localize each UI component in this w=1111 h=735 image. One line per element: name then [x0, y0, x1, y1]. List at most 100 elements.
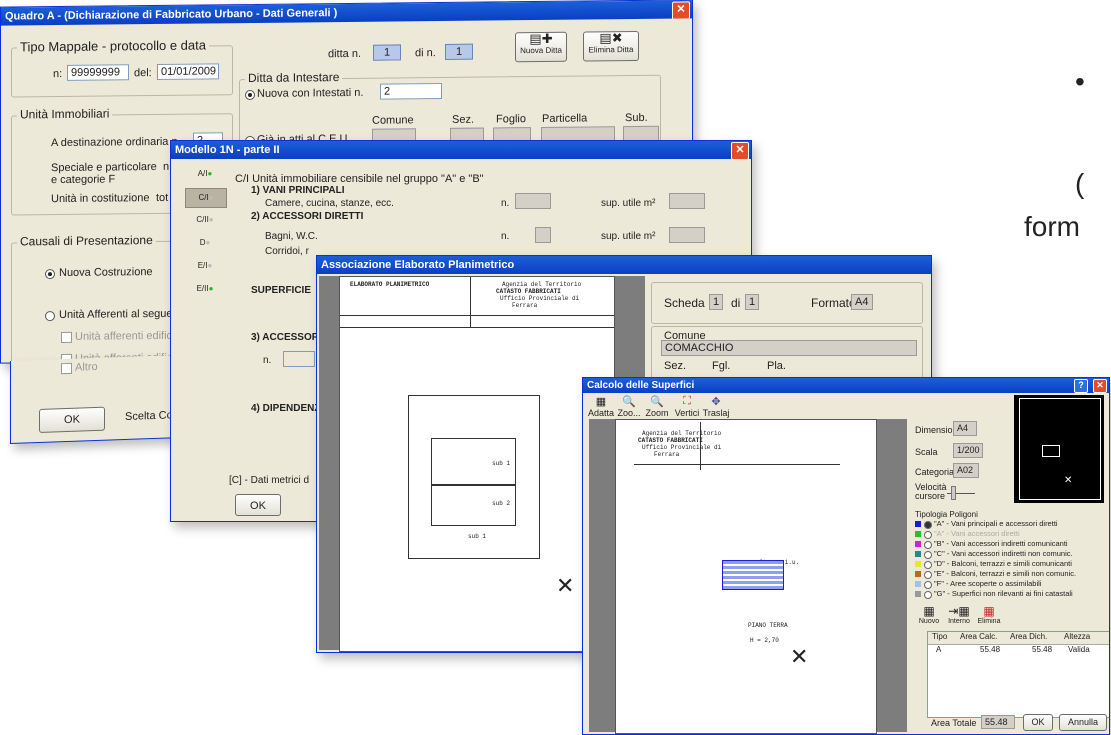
- dimensioni-value: A4: [953, 421, 977, 436]
- close-icon[interactable]: ✕: [1093, 379, 1107, 393]
- group-title: Tipo Mappale - protocollo e data: [17, 37, 209, 55]
- tab-c-i[interactable]: C/I●: [185, 188, 227, 208]
- dati-metrici-label: [C] - Dati metrici d: [229, 475, 310, 486]
- interior-icon: ⇥▦: [948, 604, 970, 618]
- zoom-in-button[interactable]: 🔍 Zoo...: [615, 395, 643, 418]
- col-sez: Sez.: [452, 113, 475, 126]
- sheet-header: CATASTO FABBRICATI: [638, 437, 703, 444]
- poligono-option[interactable]: "D" - Balconi, terrazzi e simili comunic…: [913, 559, 1109, 569]
- col-sub: Sub.: [625, 111, 648, 125]
- accessori-n-field[interactable]: [535, 227, 551, 243]
- poligono-radio[interactable]: [924, 581, 932, 589]
- protocollo-input[interactable]: 99999999: [67, 64, 129, 81]
- poligono-label: "D" - Balconi, terrazzi e simili comunic…: [934, 559, 1072, 568]
- close-icon[interactable]: ✕: [672, 1, 690, 20]
- nuova-intestati-radio[interactable]: [245, 89, 255, 101]
- poligono-option[interactable]: "G" - Superfici non rilevanti ai fini ca…: [913, 589, 1109, 599]
- poligono-radio[interactable]: [924, 531, 932, 539]
- calcolo-window: Calcolo delle Superfici ? ✕ ▦ Adatta 🔍 Zoo…: [582, 377, 1110, 735]
- nuova-ditta-button[interactable]: ▤✚ Nuova Ditta: [515, 31, 567, 63]
- tool-label: Traslaj: [702, 408, 730, 418]
- altezza-label: H = 2,70: [750, 637, 779, 644]
- poligono-radio[interactable]: [924, 591, 932, 599]
- tab-d[interactable]: D●: [185, 234, 225, 252]
- poligono-radio[interactable]: [924, 541, 932, 549]
- col-foglio: Foglio: [496, 113, 526, 126]
- minimap-room: [1042, 445, 1060, 457]
- vertici-button[interactable]: ⛶ Vertici: [673, 395, 701, 418]
- data-input[interactable]: 01/01/2009: [157, 63, 219, 80]
- vani-n-field[interactable]: [515, 193, 551, 209]
- nuova-costruzione-radio[interactable]: [45, 269, 55, 280]
- vani-sup-field[interactable]: [669, 193, 705, 209]
- afferenti-radio[interactable]: [45, 311, 55, 322]
- interno-button[interactable]: ⇥▦ Interno: [945, 604, 973, 625]
- afferenti-check-1[interactable]: [61, 331, 72, 343]
- poligono-option[interactable]: "A" - Vani accessori diretti: [913, 529, 1109, 539]
- trasla-button[interactable]: ✥ Traslaj: [701, 395, 731, 418]
- poligono-radio[interactable]: [924, 551, 932, 559]
- tab-e-ii[interactable]: E/II●: [185, 280, 225, 298]
- ok-button[interactable]: OK: [235, 494, 281, 516]
- poligono-option[interactable]: "B" - Vani accessori indiretti comunican…: [913, 539, 1109, 549]
- color-swatch: [915, 551, 921, 557]
- aree-table[interactable]: Tipo Area Calc. Area Dich. Altezza A 55.…: [927, 631, 1109, 718]
- poligono-label: "F" - Aree scoperte o assimilabili: [934, 579, 1042, 588]
- canvas-area[interactable]: Agenzia del Territorio CATASTO FABBRICAT…: [589, 419, 907, 734]
- poligono-option[interactable]: "A" - Vani principali e accessori dirett…: [913, 519, 1109, 529]
- poligono-radio[interactable]: [924, 561, 932, 569]
- annulla-button[interactable]: Annulla: [1059, 714, 1107, 731]
- scelta-button[interactable]: Scelta Co: [125, 409, 173, 423]
- accessori-sup-field[interactable]: [669, 227, 705, 243]
- tab-a-i[interactable]: A/I●: [185, 165, 225, 183]
- room-label: sub 2: [492, 500, 511, 507]
- sheet-header-right: Ferrara: [512, 302, 538, 309]
- elimina-button[interactable]: ▦ Elimina: [975, 604, 1003, 625]
- poligono-option[interactable]: "E" - Balconi, terrazzi e simili non com…: [913, 569, 1109, 579]
- slide-paren: (: [1075, 168, 1085, 199]
- slider-thumb[interactable]: [951, 486, 956, 500]
- tab-e-i[interactable]: E/I●: [185, 257, 225, 275]
- color-swatch: [915, 521, 921, 527]
- ok-button[interactable]: OK: [1023, 714, 1053, 731]
- action-label: Interno: [948, 618, 970, 625]
- nuovo-button[interactable]: ▦ Nuovo: [915, 604, 943, 625]
- altro-check[interactable]: [61, 362, 72, 375]
- delete-icon: ▦: [983, 604, 995, 618]
- tool-label: Adatta: [587, 408, 615, 418]
- adatta-button[interactable]: ▦ Adatta: [587, 395, 615, 418]
- dipendenze-label: 4) DIPENDENZ: [251, 403, 321, 414]
- cursore-label: cursore: [915, 491, 946, 501]
- poligono-radio[interactable]: [924, 571, 932, 579]
- nuova-intestati-label: Nuova con Intestati n.: [257, 86, 364, 100]
- nuova-ditta-label: Nuova Ditta: [520, 45, 562, 56]
- ordinaria-label: A destinazione ordinaria n.: [51, 135, 181, 150]
- poligono-radio[interactable]: [924, 521, 932, 529]
- table-row[interactable]: A 55.48 55.48 Valida: [928, 645, 1109, 657]
- close-icon[interactable]: ✕: [731, 142, 749, 159]
- ok-button[interactable]: OK: [39, 406, 105, 433]
- scheda-label: Scheda: [664, 296, 705, 310]
- divider: [340, 315, 614, 316]
- poligono-option[interactable]: "F" - Aree scoperte o assimilabili: [913, 579, 1109, 589]
- poligono-label: "A" - Vani principali e accessori dirett…: [934, 519, 1058, 528]
- slide-text: form: [1024, 211, 1080, 242]
- elimina-ditta-button[interactable]: ▤✖ Elimina Ditta: [583, 30, 639, 62]
- help-icon[interactable]: ?: [1074, 379, 1088, 393]
- accessori3-input[interactable]: [283, 351, 315, 367]
- intestati-input[interactable]: 2: [380, 82, 442, 100]
- north-arrow-icon: ✕: [790, 644, 809, 669]
- ditta-value: 1: [373, 44, 401, 61]
- fgl-label: Fgl.: [712, 360, 731, 372]
- col-altezza: Altezza: [1064, 632, 1091, 641]
- action-label: Elimina: [977, 618, 1001, 625]
- scala-label: Scala: [915, 447, 938, 457]
- area-totale-label: Area Totale: [931, 718, 977, 728]
- sup-label: sup. utile m²: [601, 231, 656, 242]
- area-totale-value: 55.48: [981, 715, 1015, 729]
- room-label: sub 1: [468, 533, 487, 540]
- tab-c-ii[interactable]: C/II●: [185, 211, 225, 229]
- cell-area-calc: 55.48: [980, 645, 1001, 654]
- col-area-dich: Area Dich.: [1010, 632, 1048, 641]
- poligono-option[interactable]: "C" - Vani accessori indiretti non comun…: [913, 549, 1109, 559]
